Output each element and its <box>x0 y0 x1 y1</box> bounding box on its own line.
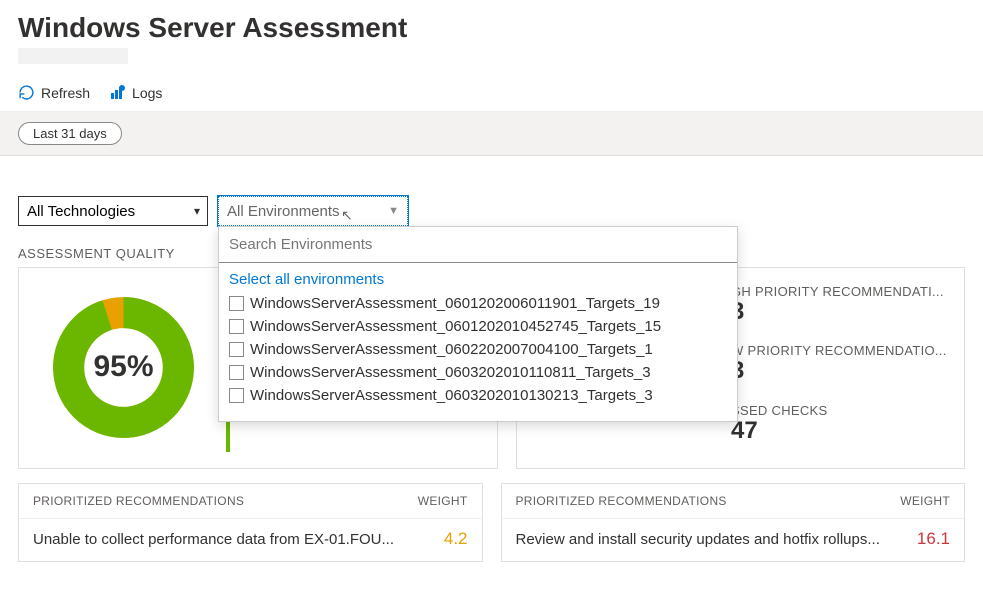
filter-controls: All Technologies ▾ All Environments ▼ ↖ … <box>0 156 983 226</box>
environment-option-label: WindowsServerAssessment_0603202010110811… <box>250 364 651 381</box>
rec-weight-label: WEIGHT <box>900 494 950 508</box>
recommendation-title: Review and install security updates and … <box>516 531 880 548</box>
recommendation-card-left: PRIORITIZED RECOMMENDATIONS WEIGHT Unabl… <box>18 483 483 562</box>
recommendation-title: Unable to collect performance data from … <box>33 531 394 548</box>
low-priority-value: 3 <box>731 358 950 384</box>
recommendations-row: PRIORITIZED RECOMMENDATIONS WEIGHT Unabl… <box>0 469 983 562</box>
checkbox-icon[interactable] <box>229 388 244 403</box>
checkbox-icon[interactable] <box>229 319 244 334</box>
environment-option[interactable]: WindowsServerAssessment_0603202010110811… <box>229 361 727 384</box>
low-priority-label: W PRIORITY RECOMMENDATIO... <box>731 343 950 358</box>
select-all-environments[interactable]: Select all environments <box>219 263 737 292</box>
technology-select[interactable]: All Technologies <box>18 196 208 226</box>
environment-option[interactable]: WindowsServerAssessment_0602202007004100… <box>229 338 727 361</box>
recommendation-card-right: PRIORITIZED RECOMMENDATIONS WEIGHT Revie… <box>501 483 966 562</box>
passed-checks-label: SSED CHECKS <box>731 403 950 418</box>
environment-option[interactable]: WindowsServerAssessment_0601202010452745… <box>229 315 727 338</box>
environment-option[interactable]: WindowsServerAssessment_0601202006011901… <box>229 292 727 315</box>
environments-search-input[interactable] <box>219 227 737 263</box>
environment-option[interactable]: WindowsServerAssessment_0603202010130213… <box>229 384 727 407</box>
recommendation-item[interactable]: Review and install security updates and … <box>502 519 965 561</box>
checkbox-icon[interactable] <box>229 342 244 357</box>
page-title: Windows Server Assessment <box>18 12 983 44</box>
recommendation-weight: 4.2 <box>444 529 468 549</box>
checkbox-icon[interactable] <box>229 296 244 311</box>
donut-percent-label: 95% <box>93 350 153 384</box>
environment-option-label: WindowsServerAssessment_0602202007004100… <box>250 341 653 358</box>
checkbox-icon[interactable] <box>229 365 244 380</box>
environment-option-label: WindowsServerAssessment_0601202006011901… <box>250 295 660 312</box>
rec-weight-label: WEIGHT <box>418 494 468 508</box>
recommendation-weight: 16.1 <box>917 529 950 549</box>
rec-header-label: PRIORITIZED RECOMMENDATIONS <box>33 494 244 508</box>
logs-icon <box>110 85 126 101</box>
assessment-quality-donut: 95% <box>51 295 196 440</box>
environments-list: WindowsServerAssessment_0601202006011901… <box>219 292 737 421</box>
high-priority-label: GH PRIORITY RECOMMENDATI... <box>731 284 950 299</box>
logs-label: Logs <box>132 85 162 101</box>
chevron-down-icon: ▼ <box>388 205 399 217</box>
subtitle-placeholder <box>18 48 128 64</box>
environments-combobox-label: All Environments <box>227 203 340 220</box>
time-range-bar: Last 31 days <box>0 112 983 156</box>
passed-checks-value: 47 <box>731 418 950 444</box>
refresh-label: Refresh <box>41 85 90 101</box>
environments-dropdown: Select all environments WindowsServerAss… <box>218 226 738 422</box>
time-range-pill[interactable]: Last 31 days <box>18 122 122 145</box>
toolbar: Refresh Logs <box>0 78 983 112</box>
rec-header-label: PRIORITIZED RECOMMENDATIONS <box>516 494 727 508</box>
cursor-icon: ↖ <box>341 207 353 224</box>
refresh-button[interactable]: Refresh <box>18 84 90 101</box>
logs-button[interactable]: Logs <box>110 85 162 101</box>
environment-option-label: WindowsServerAssessment_0603202010130213… <box>250 387 653 404</box>
recommendation-item[interactable]: Unable to collect performance data from … <box>19 519 482 561</box>
environments-combobox[interactable]: All Environments ▼ ↖ <box>218 196 408 226</box>
high-priority-value: 3 <box>731 299 950 325</box>
refresh-icon <box>18 84 35 101</box>
environment-option-label: WindowsServerAssessment_0601202010452745… <box>250 318 661 335</box>
